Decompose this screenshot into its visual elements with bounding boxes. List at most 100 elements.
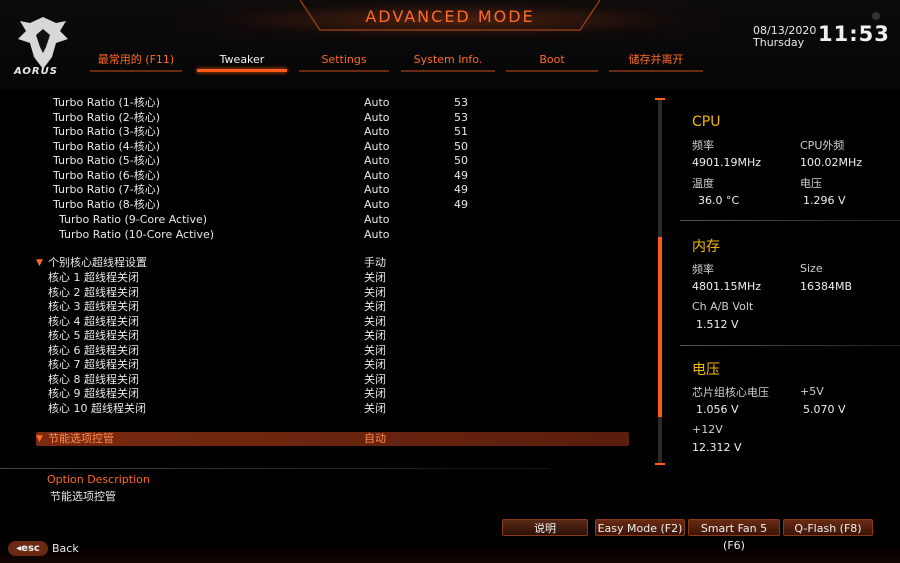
setting-value: 手动: [364, 256, 386, 269]
core-4-ht-row[interactable]: 核心 4 超线程关闭 关闭: [36, 315, 626, 329]
turbo-ratio-5-row[interactable]: Turbo Ratio (5-核心) Auto 50: [36, 154, 626, 168]
power-saving-section[interactable]: ▼ 节能选项控管 自动: [36, 432, 629, 446]
core-5-ht-row[interactable]: 核心 5 超线程关闭 关闭: [36, 329, 626, 343]
turbo-ratio-9-row[interactable]: Turbo Ratio (9-Core Active) Auto: [36, 213, 626, 227]
tab-boot[interactable]: Boot: [506, 52, 598, 74]
logo-text: AORUS: [14, 66, 58, 77]
tab-save-exit[interactable]: 储存并离开: [609, 52, 703, 74]
tab-system-info[interactable]: System Info.: [401, 52, 495, 74]
option-description-text: 节能选项控管: [50, 490, 116, 503]
core-9-ht-row[interactable]: 核心 9 超线程关闭 关闭: [36, 387, 626, 401]
core-6-ht-row[interactable]: 核心 6 超线程关闭 关闭: [36, 344, 626, 358]
setting-value: Auto: [364, 110, 390, 124]
setting-label: Turbo Ratio (4-核心): [53, 139, 161, 153]
mem-freq-value: 4801.15MHz: [692, 280, 762, 293]
chipset-volt-label: 芯片组核心电压: [692, 386, 769, 399]
bottom-glow: [0, 545, 900, 563]
settings-list: Turbo Ratio (1-核心) Auto 53 Turbo Ratio (…: [36, 96, 636, 456]
settings-scrollbar[interactable]: [658, 100, 662, 464]
scrollbar-cap-bottom: [655, 463, 665, 465]
hardware-info-panel: CPU 频率 CPU外频 4901.19MHz 100.02MHz 温度 电压 …: [680, 100, 900, 470]
core-1-ht-row[interactable]: 核心 1 超线程关闭 关闭: [36, 271, 626, 285]
v5-value: 5.070 V: [803, 403, 846, 416]
setting-value: 关闭: [364, 300, 386, 313]
tab-favorites[interactable]: 最常用的 (F11): [90, 52, 182, 74]
corner-dot-icon: [872, 12, 880, 20]
cpu-volt-label: 电压: [800, 177, 822, 190]
help-button[interactable]: 说明: [502, 519, 588, 536]
turbo-ratio-10-row[interactable]: Turbo Ratio (10-Core Active) Auto: [36, 228, 626, 242]
memory-heading: 内存: [692, 239, 720, 255]
core-10-ht-row[interactable]: 核心 10 超线程关闭 关闭: [36, 402, 626, 416]
core-3-ht-row[interactable]: 核心 3 超线程关闭 关闭: [36, 300, 626, 314]
scrollbar-thumb[interactable]: [658, 237, 662, 417]
turbo-ratio-7-row[interactable]: Turbo Ratio (7-核心) Auto 49: [36, 183, 626, 197]
setting-value: Auto: [364, 139, 390, 153]
section-label: 节能选项控管: [48, 432, 114, 445]
setting-value: Auto: [364, 96, 390, 109]
setting-value: Auto: [364, 125, 390, 138]
core-8-ht-row[interactable]: 核心 8 超线程关闭 关闭: [36, 373, 626, 387]
setting-value: 关闭: [364, 358, 386, 371]
turbo-ratio-6-row[interactable]: Turbo Ratio (6-核心) Auto 49: [36, 169, 626, 183]
setting-label: Turbo Ratio (1-核心): [53, 96, 161, 109]
setting-value: 关闭: [364, 387, 386, 400]
cpu-temp-label: 温度: [692, 177, 714, 190]
smart-fan-button[interactable]: Smart Fan 5 (F6): [688, 519, 780, 552]
setting-value: Auto: [364, 228, 390, 241]
setting-value: 关闭: [364, 343, 386, 357]
setting-label: Turbo Ratio (10-Core Active): [59, 228, 215, 241]
chipset-volt-value: 1.056 V: [696, 403, 739, 416]
turbo-ratio-2-row[interactable]: Turbo Ratio (2-核心) Auto 53: [36, 111, 626, 125]
esc-key-badge: ◂esc: [8, 541, 48, 556]
current-value: 49: [454, 168, 468, 182]
current-value: 49: [454, 197, 468, 211]
section-label: 个别核心超线程设置: [48, 256, 147, 269]
date-display: 08/13/2020 Thursday: [753, 25, 816, 49]
setting-label: Turbo Ratio (8-核心): [53, 197, 161, 211]
setting-value: 关闭: [364, 314, 386, 328]
option-description-title: Option Description: [47, 473, 150, 486]
expand-arrow-icon: ▼: [36, 258, 43, 268]
setting-label: 核心 5 超线程关闭: [48, 329, 139, 342]
setting-value: Auto: [364, 183, 390, 196]
setting-label: Turbo Ratio (5-核心): [53, 154, 161, 167]
core-2-ht-row[interactable]: 核心 2 超线程关闭 关闭: [36, 286, 626, 300]
setting-value: 关闭: [364, 285, 386, 299]
cpu-temp-value: 36.0 °C: [698, 194, 740, 207]
setting-label: 核心 6 超线程关闭: [48, 343, 139, 357]
header: ADVANCED MODE AORUS 最常用的 (F11) Tweaker S…: [0, 0, 900, 90]
turbo-ratio-8-row[interactable]: Turbo Ratio (8-核心) Auto 49: [36, 198, 626, 212]
q-flash-button[interactable]: Q-Flash (F8): [783, 519, 873, 536]
setting-label: 核心 7 超线程关闭: [48, 358, 139, 371]
tab-tweaker[interactable]: Tweaker: [197, 52, 287, 74]
setting-label: Turbo Ratio (3-核心): [53, 125, 161, 138]
setting-value: Auto: [364, 154, 390, 167]
expand-arrow-icon: ▼: [36, 434, 43, 444]
panel-divider: [680, 345, 900, 346]
v5-label: +5V: [800, 385, 824, 398]
setting-value: Auto: [364, 197, 390, 211]
esc-key-text: esc: [21, 543, 40, 554]
setting-label: 核心 1 超线程关闭: [48, 271, 139, 284]
current-value: 49: [454, 183, 468, 196]
v12-label: +12V: [692, 423, 723, 436]
setting-label: 核心 4 超线程关闭: [48, 314, 139, 328]
turbo-ratio-3-row[interactable]: Turbo Ratio (3-核心) Auto 51: [36, 125, 626, 139]
tab-settings[interactable]: Settings: [299, 52, 389, 74]
cpu-bclk-label: CPU外频: [800, 139, 845, 152]
mem-size-value: 16384MB: [800, 280, 853, 293]
easy-mode-button[interactable]: Easy Mode (F2): [595, 519, 685, 536]
current-value: 51: [454, 125, 468, 138]
setting-label: 核心 2 超线程关闭: [48, 285, 139, 299]
core-7-ht-row[interactable]: 核心 7 超线程关闭 关闭: [36, 358, 626, 372]
turbo-ratio-1-row[interactable]: Turbo Ratio (1-核心) Auto 53: [36, 96, 626, 110]
current-value: 50: [454, 154, 468, 167]
per-core-ht-section[interactable]: ▼ 个别核心超线程设置 手动: [36, 256, 626, 270]
current-value: 53: [454, 110, 468, 124]
turbo-ratio-4-row[interactable]: Turbo Ratio (4-核心) Auto 50: [36, 140, 626, 154]
setting-value: Auto: [364, 168, 390, 182]
v12-value: 12.312 V: [692, 441, 742, 454]
setting-label: Turbo Ratio (6-核心): [53, 168, 161, 182]
setting-label: 核心 8 超线程关闭: [48, 372, 139, 386]
